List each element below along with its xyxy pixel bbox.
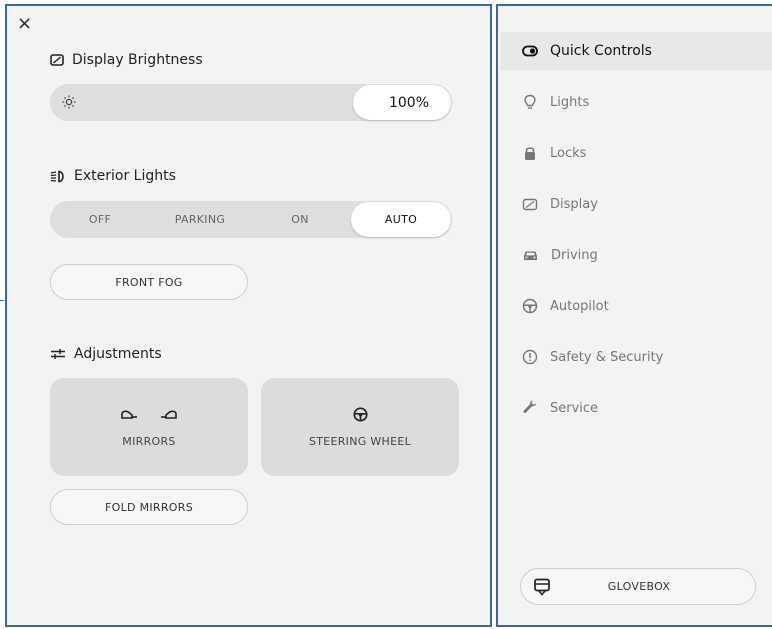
sidebar-item-label: Locks — [550, 145, 587, 161]
exterior-lights-title: Exterior Lights — [74, 168, 176, 184]
quick-controls-panel: × Display Brightness 100% Exterior Light… — [5, 4, 492, 627]
settings-sidebar: Quick Controls Lights Locks Display Driv… — [496, 4, 772, 627]
sidebar-item-locks[interactable]: Locks — [500, 134, 772, 172]
brightness-slider-handle[interactable]: 100% — [353, 85, 451, 120]
sidebar-item-safety-security[interactable]: Safety & Security — [500, 338, 772, 376]
lights-option-on[interactable]: ON — [250, 201, 350, 238]
fold-mirrors-label: FOLD MIRRORS — [105, 500, 193, 514]
sidebar-item-label: Display — [550, 196, 598, 212]
sidebar-item-label: Service — [550, 400, 599, 416]
glovebox-label: GLOVEBOX — [607, 580, 671, 593]
exterior-lights-selector: OFF PARKING ON AUTO — [50, 201, 452, 238]
sidebar-item-service[interactable]: Service — [500, 389, 772, 427]
steering-wheel-tile[interactable]: STEERING WHEEL — [261, 378, 459, 476]
display-icon — [522, 198, 538, 210]
sidebar-item-autopilot[interactable]: Autopilot — [500, 287, 772, 325]
brightness-value: 100% — [388, 94, 429, 111]
right-mirror-icon — [161, 410, 177, 419]
front-fog-button[interactable]: FRONT FOG — [50, 264, 248, 300]
sidebar-item-label: Driving — [551, 247, 598, 263]
alert-circle-icon — [522, 349, 538, 365]
mirrors-tile[interactable]: MIRRORS — [50, 378, 248, 476]
divider-mark — [0, 300, 4, 301]
toggle-icon — [522, 45, 538, 57]
lights-option-parking[interactable]: PARKING — [150, 201, 250, 238]
sidebar-item-label: Safety & Security — [550, 349, 664, 365]
mirrors-label: MIRRORS — [122, 434, 176, 448]
bulb-icon — [524, 94, 536, 109]
fold-mirrors-button[interactable]: FOLD MIRRORS — [50, 489, 248, 525]
car-icon — [524, 251, 537, 260]
wrench-icon — [523, 400, 537, 414]
sidebar-item-driving[interactable]: Driving — [500, 236, 772, 274]
adjustments-title: Adjustments — [74, 346, 162, 362]
display-brightness-title: Display Brightness — [72, 52, 203, 68]
sidebar-item-display[interactable]: Display — [500, 185, 772, 223]
lock-icon — [525, 147, 535, 160]
steering-wheel-label: STEERING WHEEL — [308, 434, 412, 448]
lights-option-auto[interactable]: AUTO — [351, 202, 451, 237]
display-icon — [50, 54, 64, 66]
left-mirror-icon — [121, 410, 137, 419]
sidebar-item-quick-controls[interactable]: Quick Controls — [500, 32, 772, 70]
steering-wheel-icon — [352, 407, 368, 422]
steering-wheel-icon — [522, 298, 538, 314]
sidebar-item-lights[interactable]: Lights — [500, 83, 772, 121]
headlight-icon — [50, 170, 64, 182]
sidebar-item-label: Lights — [550, 94, 590, 110]
brightness-slider[interactable]: 100% — [50, 84, 452, 121]
display-brightness-heading: Display Brightness — [50, 52, 203, 68]
glovebox-button[interactable]: GLOVEBOX — [520, 568, 756, 605]
adjustments-heading: Adjustments — [50, 346, 162, 362]
sliders-icon — [51, 349, 65, 359]
sidebar-item-label: Quick Controls — [550, 43, 652, 59]
front-fog-label: FRONT FOG — [115, 275, 183, 289]
sidebar-item-label: Autopilot — [550, 298, 609, 314]
exterior-lights-heading: Exterior Lights — [50, 168, 176, 184]
lights-option-off[interactable]: OFF — [50, 201, 150, 238]
sun-icon — [62, 95, 76, 109]
close-button[interactable]: × — [17, 15, 35, 33]
